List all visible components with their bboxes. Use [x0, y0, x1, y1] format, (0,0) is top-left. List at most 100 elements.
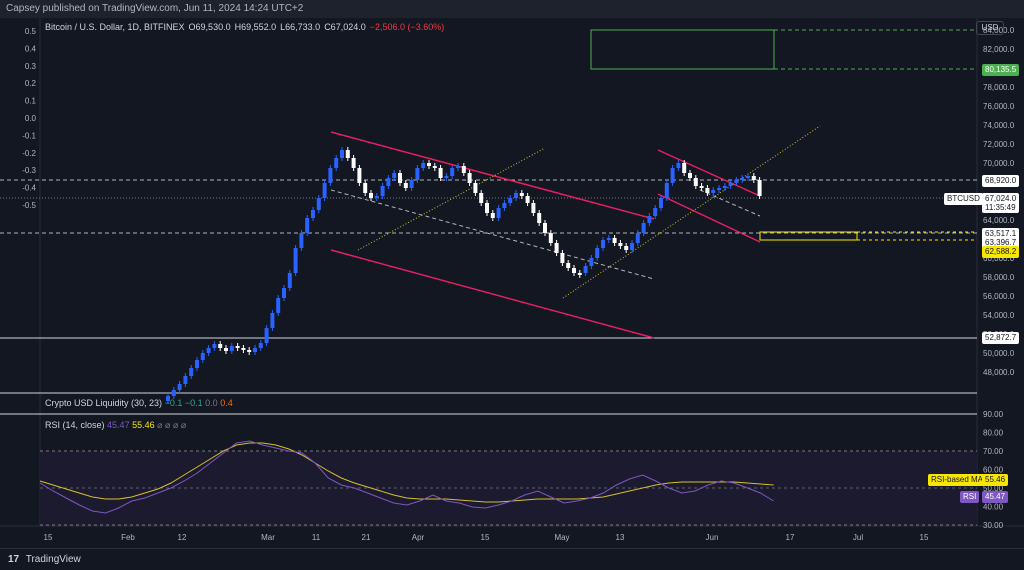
candle: [282, 288, 286, 298]
candle: [670, 168, 675, 183]
publish-bar: Capsey published on TradingView.com, Jun…: [0, 0, 1024, 18]
candle: [212, 344, 217, 348]
left-axis-label: -0.3: [22, 166, 36, 175]
candle: [746, 176, 750, 178]
candle: [717, 188, 721, 190]
trend-dotted: [357, 147, 546, 251]
candle: [589, 258, 594, 266]
channel-upper[interactable]: [330, 131, 655, 220]
candle: [525, 196, 530, 203]
candle: [705, 188, 710, 193]
candle: [606, 238, 611, 240]
candle: [728, 183, 733, 186]
candle: [630, 243, 634, 250]
candle: [461, 166, 466, 173]
candle: [560, 253, 565, 263]
candle: [514, 193, 518, 198]
candle: [601, 240, 605, 248]
channel-lower[interactable]: [330, 249, 655, 339]
candle: [363, 183, 368, 193]
left-axis-label: -0.1: [22, 131, 36, 140]
time-axis-label: 15: [481, 533, 490, 542]
candle: [195, 360, 199, 368]
currency-button[interactable]: USD: [976, 21, 1004, 35]
time-axis-label: 11: [312, 533, 321, 542]
candle: [572, 268, 576, 273]
time-axis-label: 21: [362, 533, 371, 542]
candle: [699, 186, 704, 188]
candle: [398, 173, 402, 183]
candle: [415, 168, 420, 180]
time-axis-label: Jun: [706, 533, 719, 542]
chart-canvas[interactable]: 84,000.082,000.080,000.078,000.076,000.0…: [0, 18, 1024, 548]
candle: [374, 196, 379, 198]
rsi-tag: 45.47: [982, 491, 1009, 503]
rsi-ma-tag-label: RSI-based MA: [928, 474, 987, 486]
candle: [490, 213, 495, 218]
footer: 17 TradingView: [0, 548, 1024, 570]
time-axis-label: Mar: [261, 533, 275, 542]
left-axis-label: 0.3: [25, 62, 37, 71]
candle: [229, 346, 234, 351]
candle: [740, 178, 745, 180]
candle: [351, 158, 356, 168]
candle: [264, 328, 269, 343]
candle: [647, 216, 652, 223]
time-axis-label: Feb: [121, 533, 135, 542]
candle: [177, 384, 182, 390]
price-axis-label: 82,000.0: [983, 45, 1015, 54]
bottom-price-tag: 52,872.7: [982, 332, 1020, 344]
candle: [450, 168, 455, 176]
price-axis-label: 50,000.0: [983, 349, 1015, 358]
left-axis-label: -0.2: [22, 149, 36, 158]
candle: [612, 238, 617, 243]
candle: [537, 213, 542, 223]
candle: [711, 190, 716, 193]
candles[interactable]: [166, 147, 762, 404]
candle: [519, 193, 524, 196]
price-axis-label: 56,000.0: [983, 292, 1015, 301]
left-axis-label: 0.5: [25, 27, 37, 36]
candle: [548, 233, 553, 243]
candle: [583, 266, 588, 273]
candle: [218, 344, 223, 348]
brand-name: TradingView: [25, 554, 81, 565]
price-axis-label: 70,000.0: [983, 159, 1015, 168]
candle: [682, 163, 687, 173]
left-axis-label: -0.4: [22, 184, 36, 193]
candle: [427, 163, 431, 166]
candle: [258, 343, 263, 348]
target-box[interactable]: [590, 29, 775, 70]
left-axis-label: 0.0: [25, 114, 37, 123]
rsi-legend: RSI (14, close) 45.47 55.46 ⌀ ⌀ ⌀ ⌀: [45, 420, 187, 430]
ticker-tag: BTCUSD: [944, 193, 983, 205]
candle: [502, 203, 507, 208]
candle: [311, 210, 315, 218]
candle: [369, 193, 373, 198]
candle: [253, 348, 257, 352]
candle: [299, 233, 304, 248]
candle: [276, 298, 281, 313]
candle: [345, 150, 350, 158]
target-price-tag: 80,135.5: [982, 64, 1020, 76]
time-axis-label: 15: [920, 533, 929, 542]
time-axis-label: May: [554, 533, 569, 542]
flag-lower[interactable]: [657, 193, 761, 243]
symbol-legend: Bitcoin / U.S. Dollar, 1D, BITFINEX O69,5…: [45, 22, 445, 32]
price-axis-label: 72,000.0: [983, 140, 1015, 149]
candle: [322, 183, 327, 198]
candle: [757, 180, 762, 196]
candle: [659, 198, 663, 208]
candle: [664, 183, 669, 198]
candle: [392, 173, 397, 178]
price-axis-label: 74,000.0: [983, 121, 1015, 130]
tradingview-logo-icon[interactable]: 17: [8, 554, 19, 565]
left-axis-label: 0.1: [25, 97, 37, 106]
candle: [624, 246, 629, 250]
candle: [635, 233, 640, 243]
candle: [200, 353, 205, 360]
candle: [577, 273, 582, 275]
time-axis-label: 13: [616, 533, 625, 542]
candle: [241, 348, 246, 350]
price-axis-label: 54,000.0: [983, 311, 1015, 320]
